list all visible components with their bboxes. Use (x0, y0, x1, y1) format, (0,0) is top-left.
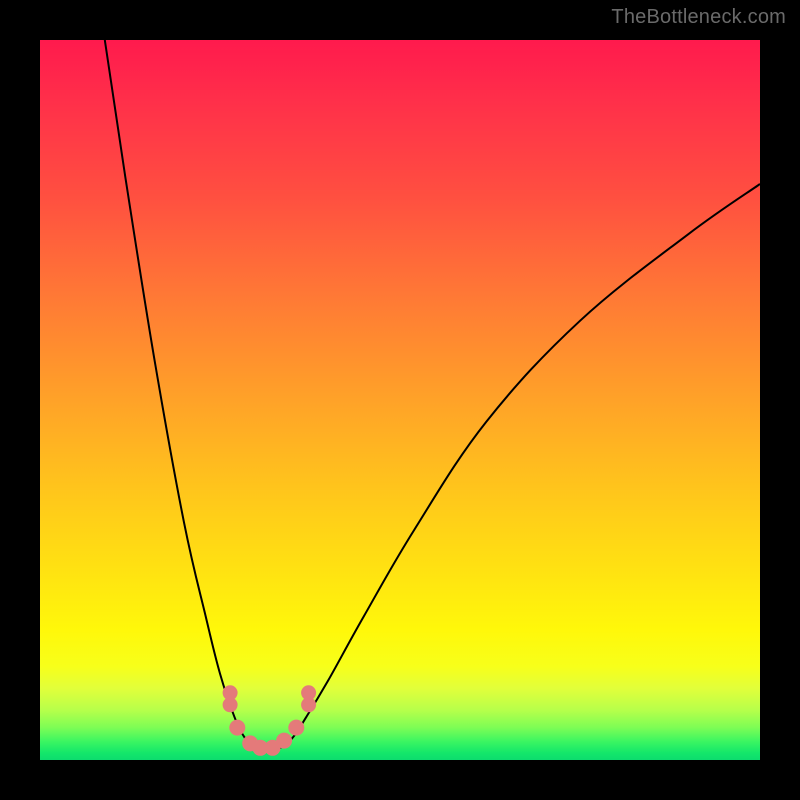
marker-lozenge (223, 697, 238, 712)
chart-frame: TheBottleneck.com (0, 0, 800, 800)
marker-dot (229, 720, 245, 736)
watermark-text: TheBottleneck.com (611, 6, 786, 29)
curve-markers (223, 685, 317, 756)
bottleneck-curve (105, 40, 760, 751)
marker-dot (276, 733, 292, 749)
curve-svg (40, 40, 760, 760)
marker-dot (288, 720, 304, 736)
plot-area (40, 40, 760, 760)
marker-lozenge (301, 697, 316, 712)
